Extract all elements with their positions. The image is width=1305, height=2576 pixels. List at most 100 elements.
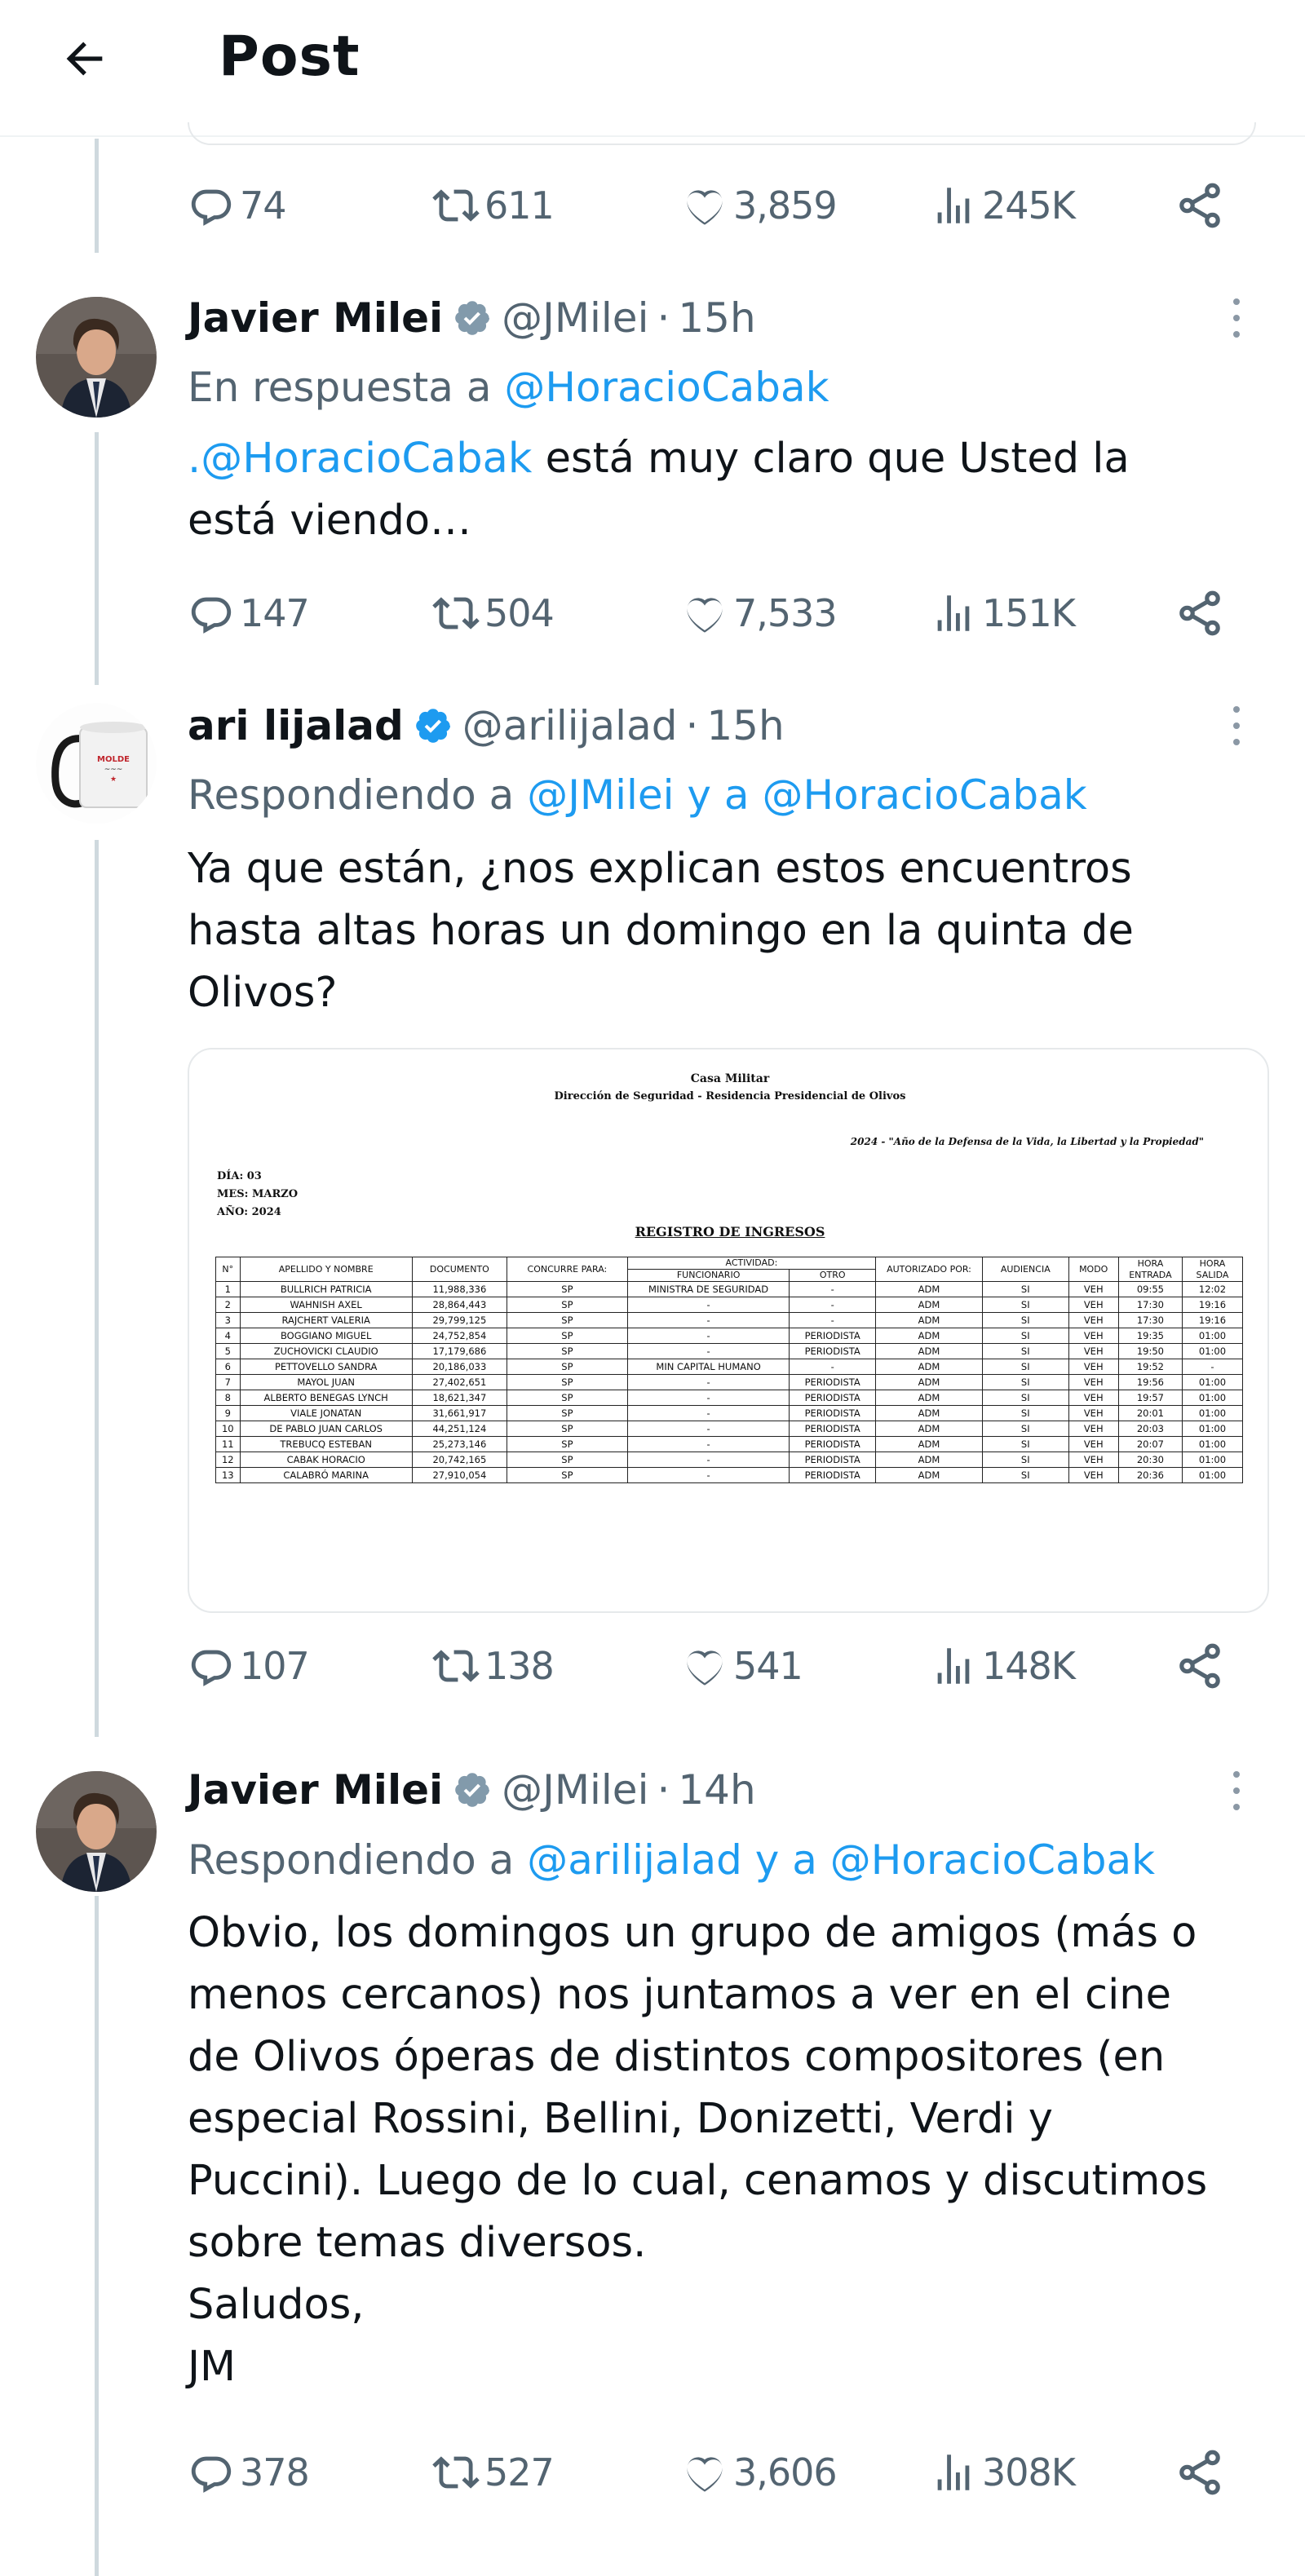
repost-count: 504 — [484, 591, 555, 635]
author-name[interactable]: Javier Milei — [188, 1766, 443, 1814]
timestamp[interactable]: 15h — [706, 702, 784, 749]
table-cell: ADM — [875, 1421, 983, 1437]
views-button[interactable]: 245K — [930, 177, 1076, 234]
tweet-text-line: Obvio, los domingos un grupo de amigos (… — [188, 1909, 1197, 1957]
mention-link[interactable]: @JMilei — [527, 771, 674, 819]
separator-dot: · — [657, 294, 670, 342]
like-button[interactable]: 541 — [681, 1637, 803, 1695]
mention-link[interactable]: .@HoracioCabak — [188, 435, 532, 483]
table-cell: DE PABLO JUAN CARLOS — [239, 1421, 413, 1437]
like-button[interactable]: 7,533 — [681, 585, 838, 642]
table-cell: 25,273,146 — [411, 1436, 507, 1452]
author-name[interactable]: Javier Milei — [188, 294, 443, 342]
table-cell: 09:55 — [1117, 1281, 1183, 1297]
reply-button[interactable]: 147 — [188, 585, 310, 642]
more-vertical-icon[interactable] — [1227, 1766, 1246, 1815]
verified-badge-icon — [414, 706, 453, 745]
more-vertical-icon[interactable] — [1227, 294, 1246, 342]
table-cell: - — [789, 1297, 876, 1313]
table-cell: - — [626, 1390, 790, 1406]
mention-link[interactable]: @HoracioCabak — [504, 364, 829, 411]
reply-button[interactable]: 74 — [188, 177, 287, 234]
avatar[interactable] — [36, 1771, 157, 1892]
repost-button[interactable]: 138 — [432, 1637, 555, 1695]
thread-line — [95, 840, 99, 1737]
views-button[interactable]: 151K — [930, 585, 1076, 642]
like-button[interactable]: 3,606 — [681, 2444, 838, 2501]
reply-button[interactable]: 378 — [188, 2444, 310, 2501]
col-header: N° — [215, 1257, 241, 1282]
table-cell: 19:50 — [1117, 1343, 1183, 1359]
table-cell: 19:52 — [1117, 1359, 1183, 1375]
table-row: 7 MAYOL JUAN 27,402,651 SP - PERIODISTA ADM SI V… — [215, 1374, 1244, 1390]
arrow-left-icon — [66, 42, 103, 76]
table-cell: VEH — [1068, 1312, 1119, 1328]
share-button[interactable] — [1174, 585, 1225, 642]
repost-button[interactable]: 527 — [432, 2444, 555, 2501]
table-cell: 31,661,917 — [411, 1405, 507, 1421]
thread-line — [95, 1896, 99, 2576]
table-cell: 20:03 — [1117, 1421, 1183, 1437]
table-cell: MINISTRA DE SEGURIDAD — [626, 1281, 790, 1297]
mention-link[interactable]: @HoracioCabak — [762, 771, 1086, 819]
author-name[interactable]: ari lijalad — [188, 702, 404, 749]
attached-image[interactable]: Casa Militar Dirección de Seguridad - Re… — [188, 1048, 1269, 1613]
table-cell: WAHNISH AXEL — [239, 1297, 413, 1313]
table-cell: 10 — [215, 1421, 241, 1437]
comment-icon — [191, 597, 232, 634]
table-cell: ADM — [875, 1405, 983, 1421]
table-cell: SI — [981, 1328, 1069, 1344]
view-count: 308K — [982, 2450, 1076, 2494]
table-cell: ADM — [875, 1312, 983, 1328]
author-handle[interactable]: @arilijalad — [462, 702, 678, 749]
table-cell: ADM — [875, 1374, 983, 1390]
table-cell: SP — [506, 1405, 628, 1421]
registro-title: REGISTRO DE INGRESOS — [635, 1224, 825, 1239]
reply-count: 147 — [240, 591, 310, 635]
views-button[interactable]: 148K — [930, 1637, 1076, 1695]
document-scan: Casa Militar Dirección de Seguridad - Re… — [189, 1049, 1267, 1611]
table-cell: 12:02 — [1181, 1281, 1244, 1297]
heart-icon — [687, 1650, 723, 1686]
heart-icon — [687, 2457, 723, 2492]
table-row: 11 TREBUCQ ESTEBAN 25,273,146 SP - PERIODISTA… — [215, 1436, 1244, 1452]
table-cell: - — [1181, 1359, 1244, 1375]
table-row: 3 RAJCHERT VALERIA 29,799,125 SP - - ADM SI VEH 1… — [215, 1312, 1244, 1328]
table-cell: 19:57 — [1117, 1390, 1183, 1406]
views-button[interactable]: 308K — [930, 2444, 1076, 2501]
back-button[interactable] — [55, 29, 114, 88]
tweet-text-line: especial Rossini, Bellini, Donizetti, Ve… — [188, 2095, 1053, 2143]
share-icon — [1179, 183, 1220, 228]
avatar[interactable] — [36, 297, 157, 418]
table-cell: VEH — [1068, 1467, 1119, 1483]
author-handle[interactable]: @JMilei — [502, 1766, 648, 1814]
separator-dot: · — [657, 1766, 670, 1814]
share-button[interactable] — [1174, 2444, 1225, 2501]
avatar[interactable]: MOLDE ~~~ ★ — [36, 703, 157, 824]
share-button[interactable] — [1174, 177, 1225, 234]
heart-icon — [687, 598, 723, 633]
repost-button[interactable]: 611 — [432, 177, 555, 234]
table-cell: 13 — [215, 1467, 241, 1483]
table-cell: ADM — [875, 1297, 983, 1313]
table-cell: SP — [506, 1359, 628, 1375]
mention-link[interactable]: @arilijalad — [527, 1836, 742, 1884]
more-vertical-icon[interactable] — [1227, 701, 1246, 750]
share-icon — [1179, 1643, 1220, 1689]
timestamp[interactable]: 14h — [678, 1766, 755, 1814]
author-handle[interactable]: @JMilei — [502, 294, 648, 342]
table-cell: 01:00 — [1181, 1390, 1244, 1406]
mention-link[interactable]: @HoracioCabak — [830, 1836, 1155, 1884]
col-header: DOCUMENTO — [411, 1257, 507, 1282]
timestamp[interactable]: 15h — [678, 294, 755, 342]
action-bar: 147 504 7,533 151K — [188, 585, 1248, 642]
repost-button[interactable]: 504 — [432, 585, 555, 642]
reply-button[interactable]: 107 — [188, 1637, 310, 1695]
like-button[interactable]: 3,859 — [681, 177, 838, 234]
share-button[interactable] — [1174, 1637, 1225, 1695]
table-cell: SP — [506, 1328, 628, 1344]
table-cell: SP — [506, 1297, 628, 1313]
svg-text:MOLDE: MOLDE — [97, 755, 130, 764]
share-icon — [1179, 2450, 1220, 2495]
quoted-card-bottom-edge — [188, 122, 1256, 145]
